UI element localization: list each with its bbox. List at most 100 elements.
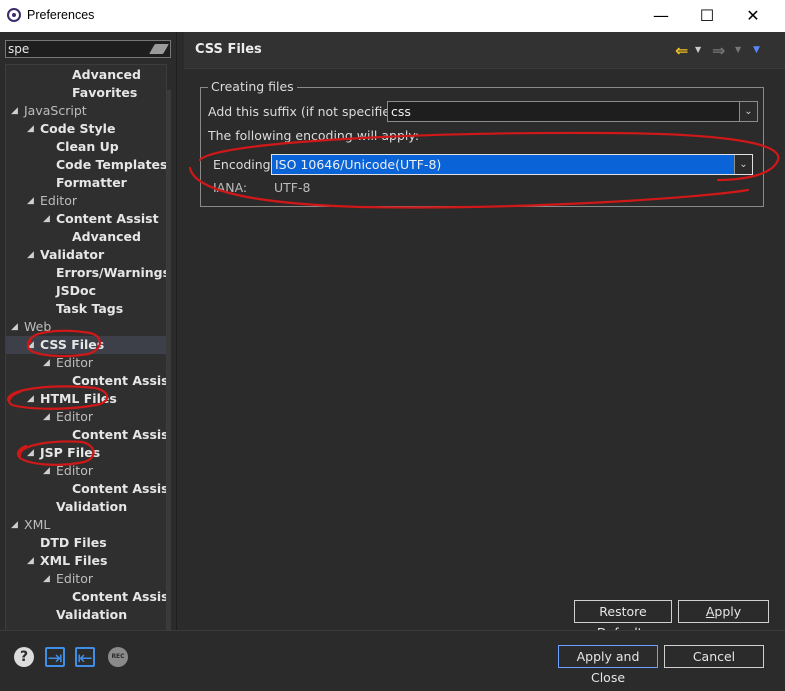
expand-triangle-icon[interactable]: ◢: [43, 570, 50, 588]
suffix-label: Add this suffix (if not specified):: [208, 104, 408, 119]
import-icon[interactable]: ⇥: [45, 647, 65, 669]
filter-input[interactable]: [8, 41, 148, 57]
tree-item[interactable]: ◢ Validator: [6, 246, 166, 264]
forward-arrow-icon[interactable]: ⇒: [712, 41, 725, 60]
tree-item[interactable]: ◢ Editor: [6, 570, 166, 588]
tree-item-label: Errors/Warnings: [56, 265, 167, 280]
tree-item[interactable]: Clean Up: [6, 138, 166, 156]
tree-item-label: JavaScript: [24, 103, 87, 118]
expand-triangle-icon[interactable]: ◢: [43, 462, 50, 480]
close-button[interactable]: ✕: [730, 0, 776, 32]
iana-value: UTF-8: [274, 180, 311, 195]
eraser-icon[interactable]: [149, 44, 169, 54]
tree-item[interactable]: ◢ HTML Files: [6, 390, 166, 408]
expand-triangle-icon[interactable]: ◢: [43, 354, 50, 372]
tree-item-label: Validation: [56, 499, 128, 514]
expand-triangle-icon[interactable]: ◢: [11, 102, 18, 120]
suffix-dropdown[interactable]: css ⌄: [387, 101, 758, 122]
tree-item[interactable]: Content Assist: [6, 588, 166, 606]
group-title: Creating files: [208, 79, 297, 94]
help-icon[interactable]: ?: [14, 647, 34, 667]
apply-label: pply: [714, 604, 742, 619]
expand-triangle-icon[interactable]: ◢: [27, 552, 34, 570]
page-title: CSS Files: [195, 42, 262, 57]
tree-item[interactable]: Content Assist: [6, 426, 166, 444]
tree-item-label: Editor: [40, 193, 77, 208]
tree-item[interactable]: ◢ Code Style: [6, 120, 166, 138]
encoding-dropdown[interactable]: ISO 10646/Unicode(UTF-8) ⌄: [271, 154, 753, 175]
expand-triangle-icon[interactable]: ◢: [43, 210, 50, 228]
tree-item-label: JSP Files: [40, 445, 101, 460]
expand-triangle-icon[interactable]: ◢: [27, 246, 34, 264]
dialog-footer: ? ⇥ ⇤ REC Apply and Close Cancel: [0, 630, 785, 691]
preferences-navigation: Advanced Favorites ◢ JavaScript ◢ Code Style C…: [0, 32, 177, 662]
tree-item[interactable]: ◢ JavaScript: [6, 102, 166, 120]
tree-item[interactable]: JSDoc: [6, 282, 166, 300]
forward-menu-icon[interactable]: ▼: [735, 45, 741, 54]
expand-triangle-icon[interactable]: ◢: [27, 444, 34, 462]
expand-triangle-icon[interactable]: ◢: [27, 192, 34, 210]
page-header: CSS Files ⇐ ▼ ⇒ ▼ ▼: [184, 32, 785, 69]
tree-item-label: Editor: [56, 409, 93, 424]
tree-item[interactable]: ◢ JSP Files: [6, 444, 166, 462]
tree-item[interactable]: ◢ XML: [6, 516, 166, 534]
tree-item-label: Content Assist: [72, 589, 167, 604]
encoding-note: The following encoding will apply:: [208, 128, 420, 143]
tree-item[interactable]: Validation: [6, 606, 166, 624]
tree-item[interactable]: Favorites: [6, 84, 166, 102]
expand-triangle-icon[interactable]: ◢: [43, 408, 50, 426]
tree-item[interactable]: ◢ Content Assist: [6, 210, 166, 228]
expand-triangle-icon[interactable]: ◢: [11, 516, 18, 534]
back-arrow-icon[interactable]: ⇐: [675, 41, 688, 60]
record-icon[interactable]: REC: [108, 647, 128, 667]
apply-button[interactable]: Apply: [678, 600, 769, 623]
tree-item[interactable]: Advanced: [6, 228, 166, 246]
tree-item-label: Validation: [56, 607, 128, 622]
iana-label: IANA:: [213, 180, 248, 195]
tree-item[interactable]: ◢ CSS Files: [6, 336, 166, 354]
tree-item-label: Advanced: [72, 229, 141, 244]
tree-item[interactable]: ◢ XML Files: [6, 552, 166, 570]
tree-item-label: Editor: [56, 571, 93, 586]
tree-item[interactable]: ◢ Web: [6, 318, 166, 336]
apply-and-close-button[interactable]: Apply and Close: [558, 645, 658, 685]
tree-item-label: Code Style: [40, 121, 116, 136]
expand-triangle-icon[interactable]: ◢: [27, 120, 34, 138]
view-menu-icon[interactable]: ▼: [753, 45, 760, 55]
maximize-button[interactable]: ☐: [684, 0, 730, 32]
tree-item[interactable]: ◢ Editor: [6, 354, 166, 372]
expand-triangle-icon[interactable]: ◢: [27, 336, 34, 354]
tree-item[interactable]: ◢ Editor: [6, 462, 166, 480]
tree-item[interactable]: Content Assist: [6, 372, 166, 390]
back-menu-icon[interactable]: ▼: [695, 45, 701, 54]
tree-item-label: Content Assist: [56, 211, 159, 226]
tree-item[interactable]: Errors/Warnings: [6, 264, 166, 282]
chevron-down-icon[interactable]: ⌄: [739, 102, 757, 121]
tree-item[interactable]: Task Tags: [6, 300, 166, 318]
chevron-down-icon[interactable]: ⌄: [734, 155, 752, 174]
tree-item-label: Clean Up: [56, 139, 119, 154]
tree-scrollbar[interactable]: [167, 90, 171, 662]
tree-item[interactable]: Validation: [6, 498, 166, 516]
eclipse-icon: [7, 8, 21, 22]
export-icon[interactable]: ⇤: [75, 647, 95, 669]
tree-item-label: Advanced: [72, 67, 141, 82]
tree-item[interactable]: Advanced: [6, 66, 166, 84]
cancel-button[interactable]: Cancel: [664, 645, 764, 668]
tree-item[interactable]: DTD Files: [6, 534, 166, 552]
creating-files-group: Creating files Add this suffix (if not s…: [200, 79, 764, 207]
filter-box: [5, 40, 171, 58]
tree-item-label: XML Files: [40, 553, 108, 568]
tree-item[interactable]: ◢ Editor: [6, 192, 166, 210]
minimize-button[interactable]: —: [638, 0, 684, 32]
encoding-label: Encoding:: [213, 157, 275, 172]
restore-defaults-button[interactable]: Restore Defaults: [574, 600, 672, 640]
tree-item[interactable]: Code Templates: [6, 156, 166, 174]
tree-item[interactable]: Content Assist: [6, 480, 166, 498]
expand-triangle-icon[interactable]: ◢: [27, 390, 34, 408]
expand-triangle-icon[interactable]: ◢: [11, 318, 18, 336]
tree-item-label: Editor: [56, 463, 93, 478]
tree-item-label: Task Tags: [56, 301, 124, 316]
tree-item[interactable]: ◢ Editor: [6, 408, 166, 426]
tree-item[interactable]: Formatter: [6, 174, 166, 192]
